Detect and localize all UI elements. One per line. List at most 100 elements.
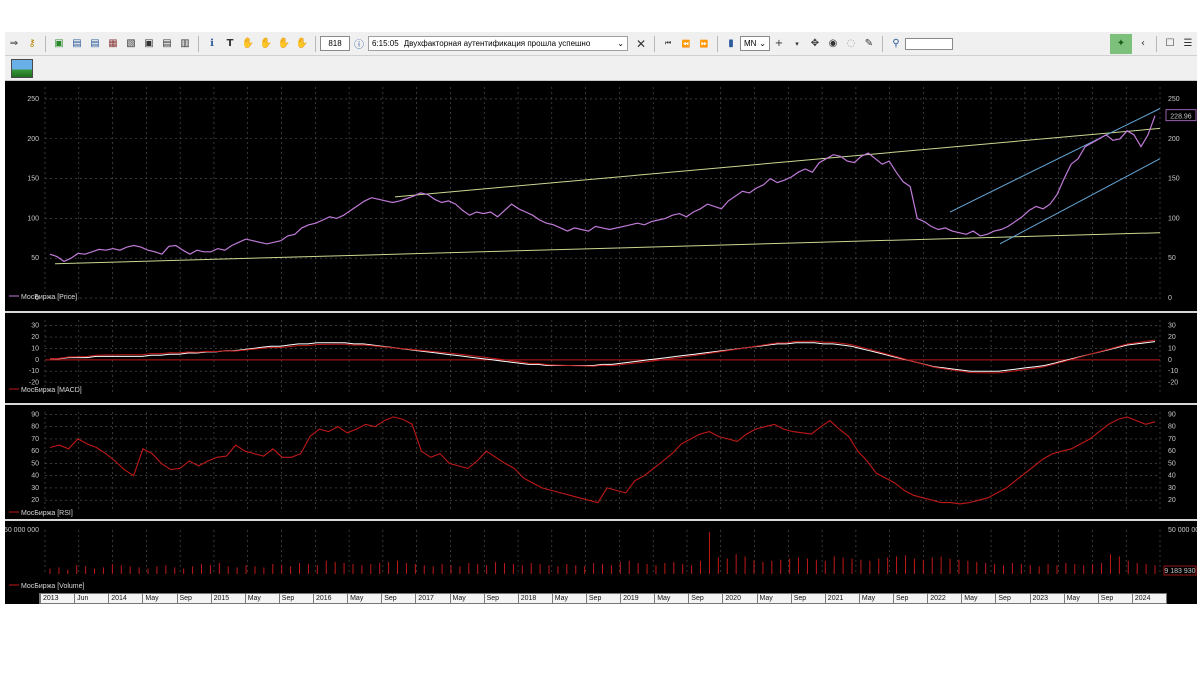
toolbar-separator: [198, 35, 199, 52]
table-icon[interactable]: ▧: [124, 37, 138, 51]
ticker-code-field[interactable]: 818: [320, 36, 350, 51]
macd-tick-left: -10: [29, 368, 39, 375]
move-icon[interactable]: ✥: [808, 37, 822, 51]
date-axis-label: May: [551, 594, 568, 603]
date-axis-label: Sep: [483, 594, 499, 603]
date-axis-label: May: [654, 594, 670, 603]
chart-panes: 250 250 200 200 150 150 100 100 50 50 0 0 228.96 МосБ…: [5, 82, 1197, 592]
rewind-icon[interactable]: ⏪: [679, 37, 693, 51]
last-volume-label: 9 183 930: [1164, 568, 1195, 575]
plus-icon[interactable]: +: [772, 37, 786, 51]
green-window-icon[interactable]: ▣: [52, 37, 66, 51]
status-message-box[interactable]: 6:15:05 Двухфакторная аутентификация про…: [368, 36, 628, 51]
rsi-tick-left: 80: [31, 424, 39, 431]
pencil-icon[interactable]: ✎: [862, 37, 876, 51]
date-axis-label: May: [244, 594, 261, 603]
toolbar-separator: [1156, 35, 1157, 52]
date-axis-label: Sep: [381, 594, 397, 603]
date-axis-label: 2019: [620, 594, 639, 603]
volume-legend: МосБиржа [Volume]: [21, 583, 85, 590]
price-legend: МосБиржа [Price]: [21, 294, 77, 301]
toolbar-separator: [882, 35, 883, 52]
landscape-thumbnail-icon[interactable]: [11, 59, 33, 78]
date-axis-label: Sep: [278, 594, 294, 603]
date-axis-label: 2021: [824, 594, 843, 603]
target-icon[interactable]: ◉: [826, 37, 840, 51]
date-axis[interactable]: 2013 Jun 2014 May Sep 2015 May Sep 2016 May Sep 201…: [39, 593, 1167, 604]
macd-tick-right: 10: [1168, 345, 1176, 352]
volume-tick-left: 50 000 000: [5, 527, 39, 534]
date-axis-label: Sep: [585, 594, 601, 603]
rsi-tick-right: 90: [1168, 411, 1176, 418]
search-icon[interactable]: ⚲: [889, 37, 903, 51]
price-tick-right: 250: [1168, 96, 1180, 103]
connection-status-icon[interactable]: ✦: [1110, 33, 1132, 54]
menu-icon[interactable]: ☰: [1181, 37, 1195, 51]
bar-chart-icon[interactable]: ▮: [724, 37, 738, 51]
macd-tick-left: 10: [31, 345, 39, 352]
hand-icon[interactable]: ✋: [259, 37, 273, 51]
window-icon[interactable]: ▥: [178, 37, 192, 51]
pane-background: [5, 314, 1197, 402]
circle-icon[interactable]: ◌: [844, 37, 858, 51]
date-axis-label: Sep: [688, 594, 704, 603]
date-axis-label: Sep: [995, 594, 1011, 603]
chart-svg[interactable]: 250 250200 200150 150100 10050 500 0228.96МосБ…: [5, 82, 1197, 592]
dropdown-arrow-icon[interactable]: ▾: [790, 37, 804, 51]
window-icon[interactable]: ▤: [88, 37, 102, 51]
hand-icon[interactable]: ✋: [277, 37, 291, 51]
date-axis-label: 2022: [927, 594, 946, 603]
status-message: Двухфакторная аутентификация прошла успе…: [403, 39, 591, 48]
arrow-right-icon[interactable]: ⇒: [7, 37, 21, 51]
rsi-tick-left: 50: [31, 460, 39, 467]
rsi-tick-right: 70: [1168, 436, 1176, 443]
price-tick-right: 200: [1168, 136, 1180, 143]
skip-start-icon[interactable]: ⏮: [661, 37, 675, 51]
rsi-tick-right: 50: [1168, 460, 1176, 467]
chevron-down-icon[interactable]: ⌄: [617, 39, 624, 48]
window-icon[interactable]: ▣: [142, 37, 156, 51]
price-tick-left: 100: [27, 215, 39, 222]
toolbar-separator: [717, 35, 718, 52]
macd-tick-left: 20: [31, 334, 39, 341]
chevron-down-icon: ⌄: [759, 39, 766, 48]
date-axis-label: Sep: [176, 594, 192, 603]
rsi-tick-right: 30: [1168, 485, 1176, 492]
date-axis-label: May: [347, 594, 363, 603]
macd-tick-right: -10: [1168, 368, 1178, 375]
price-tick-right: 150: [1168, 176, 1180, 183]
hand-icon[interactable]: ✋: [241, 37, 255, 51]
search-input[interactable]: [905, 37, 953, 50]
rsi-tick-left: 90: [31, 411, 39, 418]
window-icon[interactable]: ▤: [160, 37, 174, 51]
table-icon[interactable]: ▦: [106, 37, 120, 51]
interval-value: MN: [744, 39, 757, 48]
info-icon[interactable]: ℹ: [205, 37, 219, 51]
date-axis-label: May: [1063, 594, 1080, 603]
rsi-tick-right: 20: [1168, 497, 1176, 504]
volume-tick-right: 50 000 000: [1168, 527, 1197, 534]
macd-tick-left: -20: [29, 380, 39, 387]
pane-background: [5, 82, 1197, 310]
date-axis-label: Sep: [1097, 594, 1113, 603]
toolbar-separator: [45, 35, 46, 52]
rsi-legend: МосБиржа [RSI]: [21, 510, 73, 517]
rsi-tick-right: 80: [1168, 424, 1176, 431]
rsi-tick-left: 60: [31, 448, 39, 455]
forward-icon[interactable]: ⏩: [697, 37, 711, 51]
close-icon[interactable]: ✕: [634, 37, 648, 51]
macd-tick-left: 30: [31, 323, 39, 330]
interval-select[interactable]: MN ⌄: [740, 36, 770, 51]
text-tool-icon[interactable]: T: [223, 37, 237, 51]
macd-tick-right: 20: [1168, 334, 1176, 341]
chevron-left-icon[interactable]: ‹: [1136, 37, 1150, 51]
hand-icon[interactable]: ✋: [295, 37, 309, 51]
window-icon[interactable]: ▤: [70, 37, 84, 51]
key-icon[interactable]: ⚷: [25, 37, 39, 51]
macd-tick-right: 0: [1168, 357, 1172, 364]
chat-icon[interactable]: ☐: [1163, 37, 1177, 51]
date-axis-label: 2016: [313, 594, 332, 603]
toolbar: ⇒ ⚷ ▣ ▤ ▤ ▦ ▧ ▣ ▤ ▥ ℹ T ✋ ✋ ✋ ✋ 818 ⓘ 6:…: [5, 32, 1197, 56]
date-axis-label: May: [142, 594, 159, 603]
rsi-tick-left: 70: [31, 436, 39, 443]
